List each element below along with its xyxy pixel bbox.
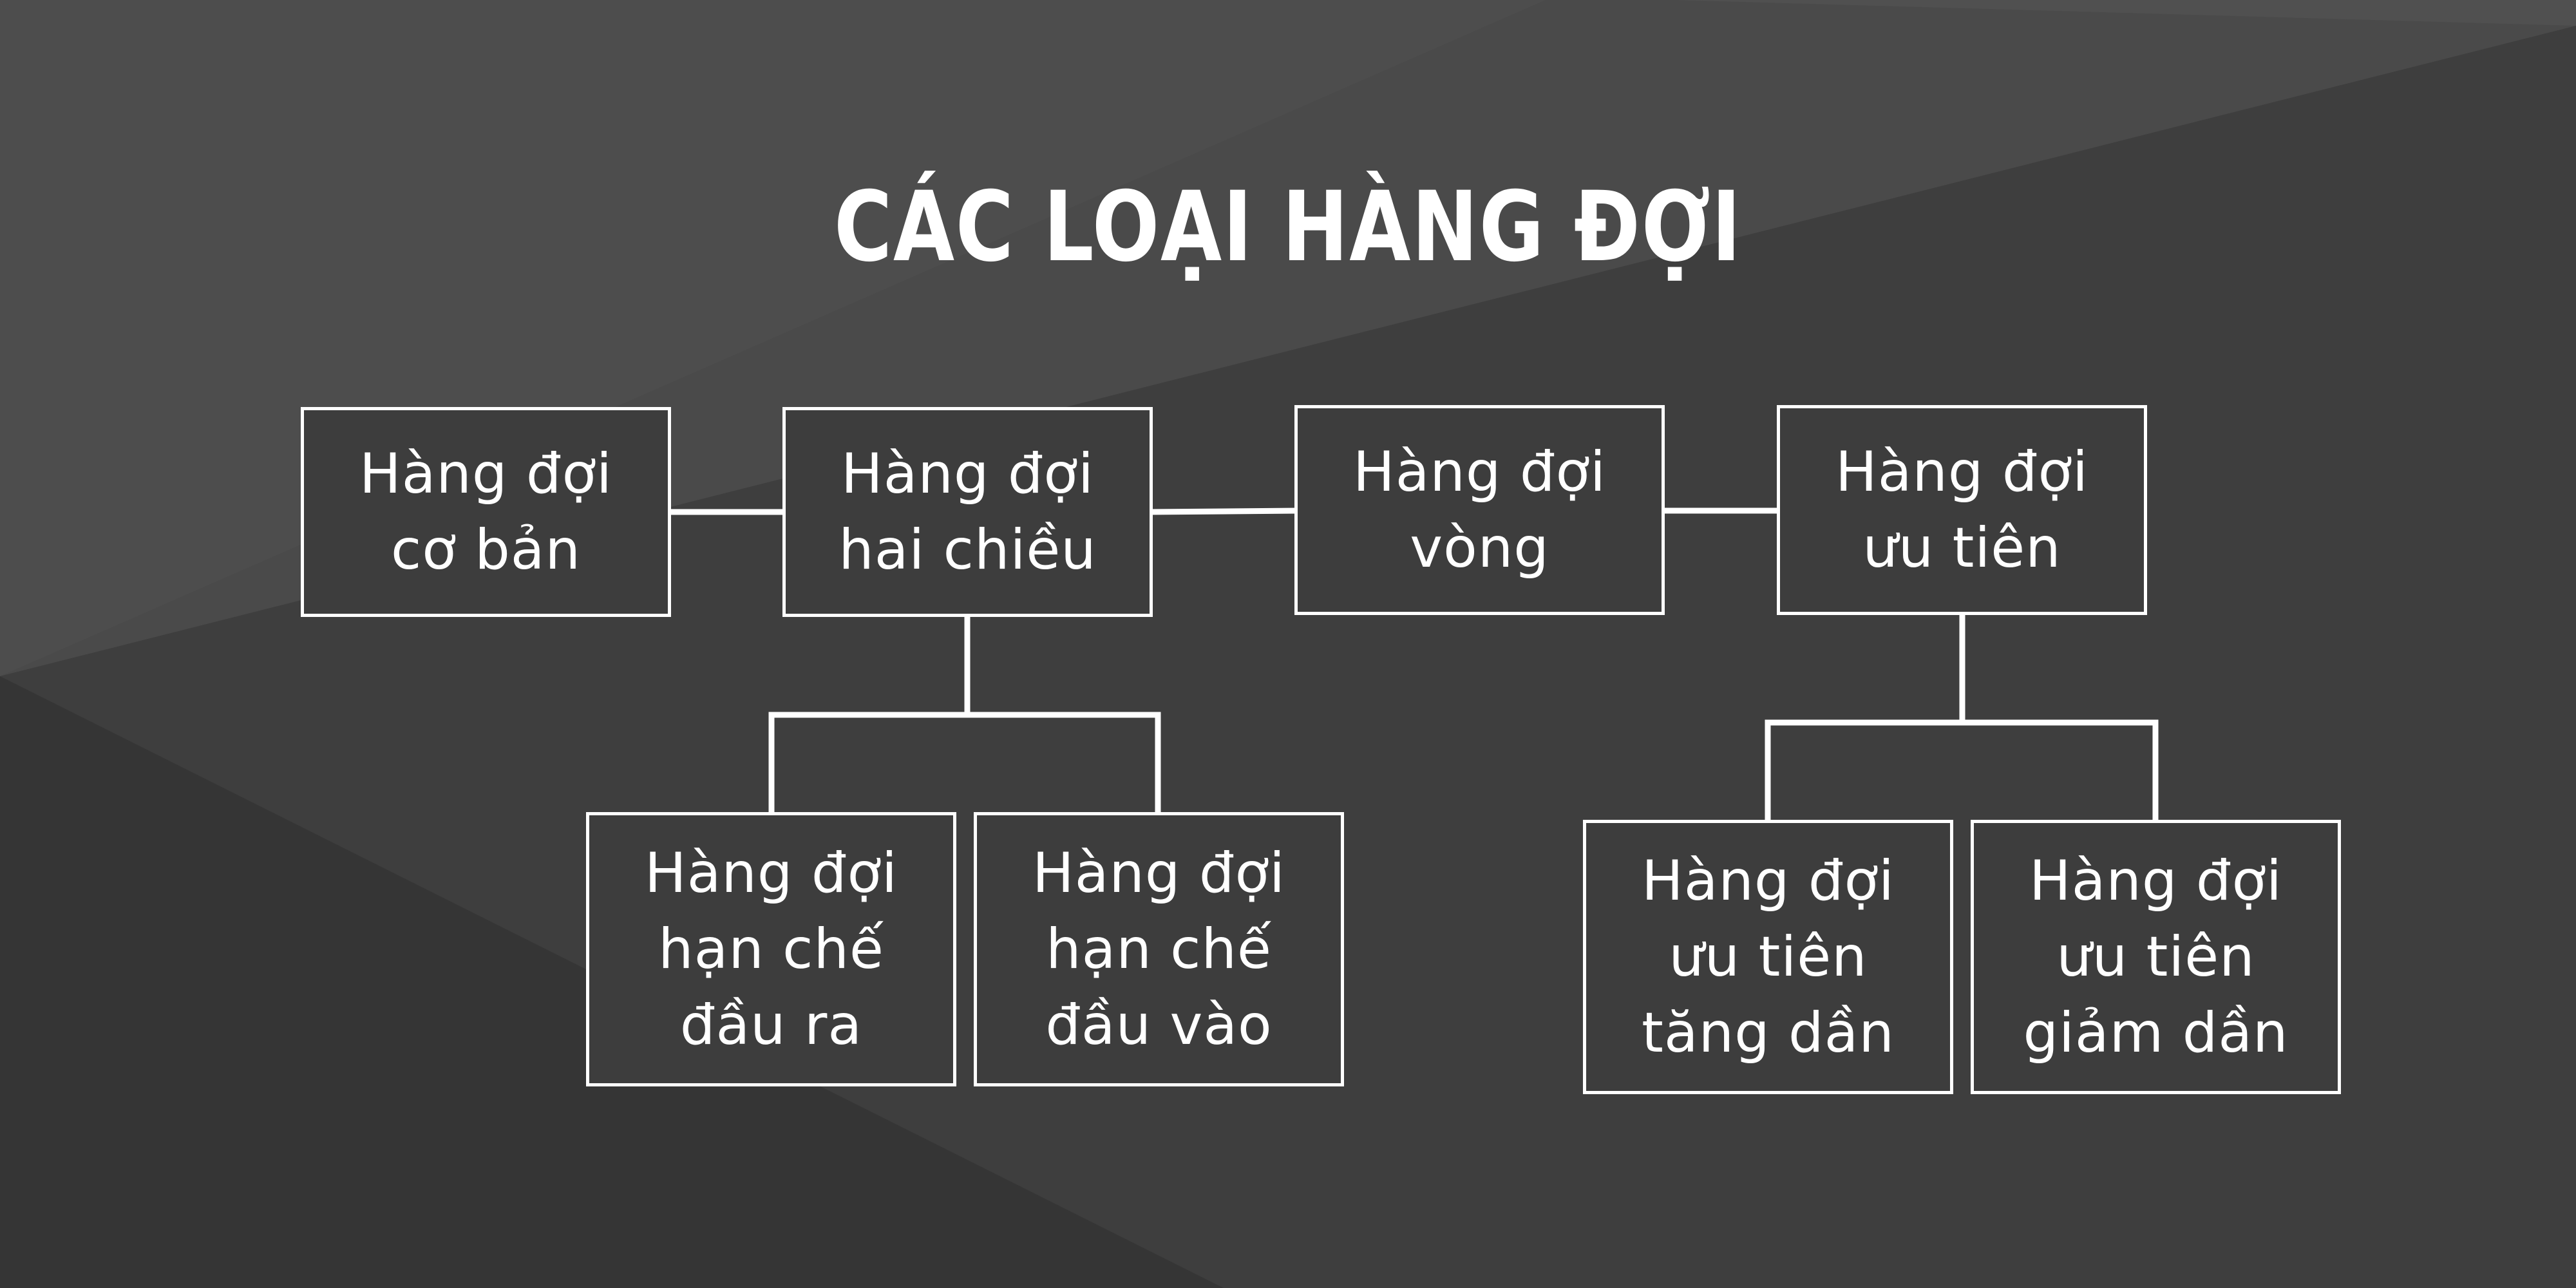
node-descending-priority-queue-label: Hàng đợi ưu tiên giảm dần bbox=[2023, 849, 2289, 1065]
node-output-restricted-deque-label: Hàng đợi hạn chế đầu ra bbox=[645, 841, 898, 1057]
node-priority-queue: Hàng đợi ưu tiên bbox=[1777, 405, 2147, 615]
node-output-restricted-deque: Hàng đợi hạn chế đầu ra bbox=[586, 812, 956, 1086]
node-basic-queue-label: Hàng đợi cơ bản bbox=[359, 442, 612, 582]
node-deque-label: Hàng đợi hai chiều bbox=[838, 442, 1097, 582]
node-circular-queue: Hàng đợi vòng bbox=[1294, 405, 1665, 615]
node-input-restricted-deque-label: Hàng đợi hạn chế đầu vào bbox=[1032, 841, 1285, 1057]
node-ascending-priority-queue-label: Hàng đợi ưu tiên tăng dần bbox=[1642, 849, 1895, 1065]
connector-lines bbox=[667, 507, 2159, 825]
node-deque: Hàng đợi hai chiều bbox=[782, 407, 1153, 617]
node-circular-queue-label: Hàng đợi vòng bbox=[1353, 440, 1606, 580]
node-input-restricted-deque: Hàng đợi hạn chế đầu vào bbox=[974, 812, 1344, 1086]
node-ascending-priority-queue: Hàng đợi ưu tiên tăng dần bbox=[1583, 820, 1953, 1094]
diagram-canvas: CÁC LOẠI HÀNG ĐỢI Hàng đợi cơ bản Hàng đ… bbox=[0, 0, 2576, 1288]
edge-deque-circular bbox=[1148, 507, 1299, 515]
node-priority-queue-label: Hàng đợi ưu tiên bbox=[1835, 440, 2088, 580]
node-descending-priority-queue: Hàng đợi ưu tiên giảm dần bbox=[1971, 820, 2341, 1094]
node-basic-queue: Hàng đợi cơ bản bbox=[301, 407, 671, 617]
